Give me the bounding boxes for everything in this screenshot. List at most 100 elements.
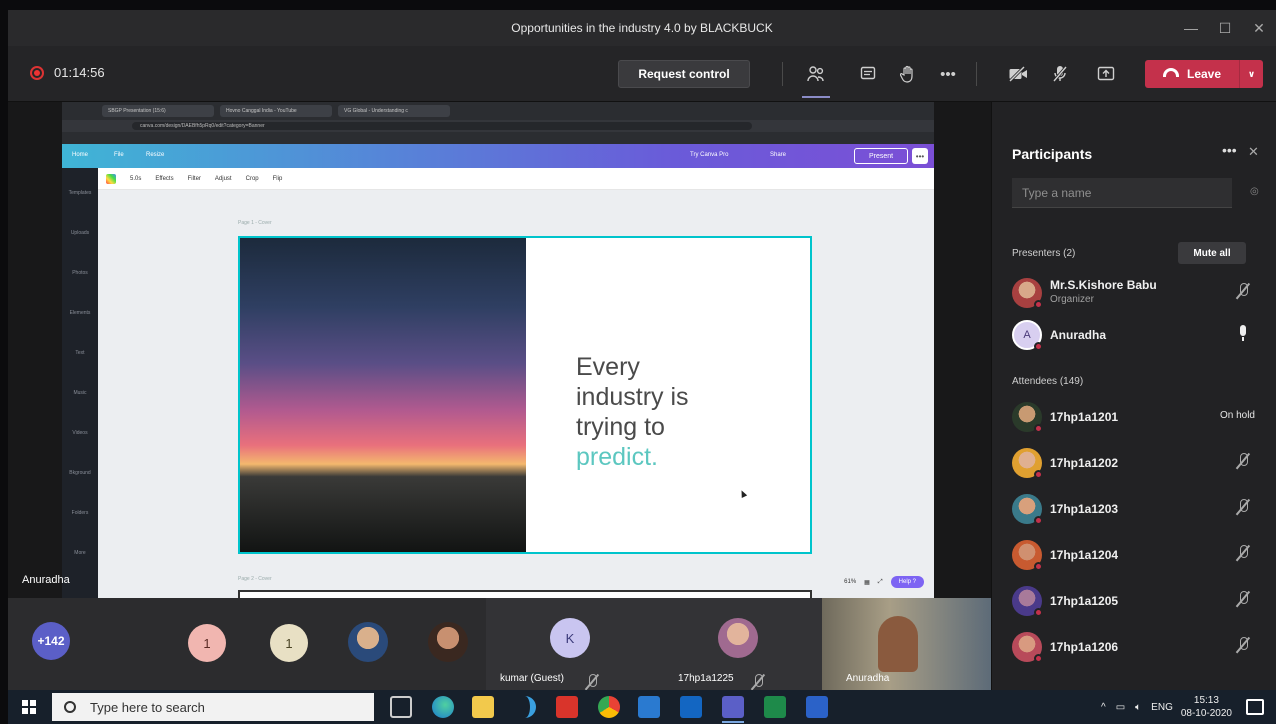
participant-row[interactable]: A Anuradha	[992, 314, 1276, 356]
slide-page[interactable]: Every industry is trying to predict.	[238, 236, 812, 554]
windows-start-icon[interactable]	[22, 700, 36, 714]
fullscreen-icon[interactable]: ⤢	[878, 579, 883, 586]
slide-page[interactable]	[238, 590, 812, 598]
app-icon[interactable]	[638, 696, 660, 718]
canva-sidebar-item[interactable]: Photos	[62, 248, 98, 288]
participant-avatar[interactable]: 1	[270, 624, 308, 662]
browser-tab[interactable]: VG Global - Understanding c	[338, 105, 450, 117]
canva-sidebar-item[interactable]: More	[62, 528, 98, 568]
filter-button[interactable]: Filter	[188, 176, 201, 182]
canva-try-pro-button[interactable]: Try Canva Pro	[690, 152, 728, 158]
panel-more-icon[interactable]: •••	[1222, 142, 1237, 158]
participant-row[interactable]: 17hp1a1204	[992, 534, 1276, 576]
participant-video-tile[interactable]: Anuradha	[822, 598, 991, 690]
muted-mic-icon[interactable]	[1235, 590, 1251, 610]
duration-button[interactable]: 5.0s	[130, 176, 141, 182]
canva-sidebar-item[interactable]: Music	[62, 368, 98, 408]
share-invite-icon[interactable]: ◎	[1250, 186, 1259, 197]
canva-sidebar-item[interactable]: Elements	[62, 288, 98, 328]
participant-photo-avatar[interactable]	[348, 622, 388, 662]
canva-present-button[interactable]: Present	[854, 148, 908, 164]
participant-photo-avatar[interactable]	[428, 622, 468, 662]
participant-row[interactable]: Mr.S.Kishore Babu Organizer	[992, 272, 1276, 314]
participant-photo-avatar	[718, 618, 758, 658]
canva-resize-menu[interactable]: Resize	[146, 152, 164, 158]
minimize-button[interactable]: —	[1174, 10, 1208, 46]
outlook-icon[interactable]	[680, 696, 702, 718]
muted-mic-icon[interactable]	[1235, 282, 1251, 302]
shared-screen-content: SBGP Presentation (15:6) Hovno Canggal I…	[62, 102, 934, 598]
canva-sidebar-item[interactable]: Templates	[62, 168, 98, 208]
mic-off-icon[interactable]	[1048, 62, 1072, 86]
teams-icon[interactable]	[722, 696, 744, 718]
canva-sidebar-item[interactable]: Videos	[62, 408, 98, 448]
camera-off-icon[interactable]	[1006, 62, 1030, 86]
network-icon[interactable]: ▭	[1116, 702, 1125, 713]
browser-address-bar[interactable]: canva.com/design/DAEBfh5pRq0/edit?catego…	[132, 122, 752, 130]
tray-chevron-icon[interactable]: ^	[1101, 702, 1106, 713]
participant-avatar[interactable]: 1	[188, 624, 226, 662]
more-actions-icon[interactable]: •••	[936, 62, 960, 86]
raise-hand-icon[interactable]	[896, 62, 920, 86]
participant-search-input[interactable]	[1012, 178, 1232, 208]
close-button[interactable]: ✕	[1242, 10, 1276, 46]
crop-button[interactable]: Crop	[246, 176, 259, 182]
overflow-participants-badge[interactable]: +142	[32, 622, 70, 660]
muted-mic-icon[interactable]	[1235, 544, 1251, 564]
canva-sidebar-item[interactable]: Uploads	[62, 208, 98, 248]
canva-sidebar-item[interactable]: Folders	[62, 488, 98, 528]
canva-file-menu[interactable]: File	[114, 152, 124, 158]
language-indicator[interactable]: ENG	[1151, 702, 1173, 713]
task-view-icon[interactable]	[390, 696, 412, 718]
presenters-header[interactable]: Presenters (2)	[1012, 248, 1075, 259]
slide-text[interactable]: Every industry is trying to predict.	[576, 352, 689, 472]
participant-row[interactable]: 17hp1a1202	[992, 442, 1276, 484]
help-button[interactable]: Help ?	[890, 576, 924, 588]
participant-tile[interactable]: K kumar (Guest)	[486, 598, 654, 690]
leave-options-caret[interactable]: ∨	[1239, 60, 1263, 88]
edge-browser-icon[interactable]	[432, 696, 454, 718]
acrobat-reader-icon[interactable]	[556, 696, 578, 718]
participants-icon[interactable]	[804, 62, 828, 86]
muted-mic-icon[interactable]	[1235, 452, 1251, 472]
canva-share-button[interactable]: Share	[770, 152, 786, 158]
word-icon[interactable]	[806, 696, 828, 718]
muted-mic-icon[interactable]	[1235, 498, 1251, 518]
participant-row[interactable]: 17hp1a1206	[992, 626, 1276, 668]
app-icon[interactable]	[514, 696, 536, 718]
notification-center-icon[interactable]	[1246, 699, 1264, 715]
taskbar-clock[interactable]: 15:13 08-10-2020	[1181, 694, 1232, 720]
browser-tab[interactable]: SBGP Presentation (15:6)	[102, 105, 214, 117]
attendees-header[interactable]: Attendees (149)	[1012, 376, 1083, 387]
maximize-button[interactable]: ☐	[1208, 10, 1242, 46]
color-swatch-icon[interactable]	[106, 173, 116, 184]
taskbar-search-box[interactable]: Type here to search	[52, 693, 374, 721]
muted-mic-icon[interactable]	[1235, 636, 1251, 656]
effects-button[interactable]: Effects	[155, 176, 173, 182]
browser-tab[interactable]: Hovno Canggal India - YouTube	[220, 105, 332, 117]
active-mic-icon[interactable]	[1235, 324, 1251, 344]
share-screen-icon[interactable]	[1094, 62, 1118, 86]
leave-button[interactable]: Leave ∨	[1145, 60, 1263, 88]
canva-more-button[interactable]: •••	[912, 148, 928, 164]
grid-view-icon[interactable]: ▦	[864, 579, 870, 586]
participant-row[interactable]: 17hp1a1201 On hold	[992, 396, 1276, 438]
participant-tile[interactable]: 17hp1a1225	[654, 598, 822, 690]
file-explorer-icon[interactable]	[472, 696, 494, 718]
request-control-button[interactable]: Request control	[618, 60, 750, 88]
canva-sidebar-item[interactable]: Bkground	[62, 448, 98, 488]
excel-icon[interactable]	[764, 696, 786, 718]
night-sky-image[interactable]	[240, 238, 526, 552]
adjust-button[interactable]: Adjust	[215, 176, 232, 182]
volume-icon[interactable]: 🔈︎	[1135, 702, 1141, 713]
zoom-level[interactable]: 61%	[844, 579, 856, 585]
participant-row[interactable]: 17hp1a1203	[992, 488, 1276, 530]
flip-button[interactable]: Flip	[273, 176, 283, 182]
participant-row[interactable]: 17hp1a1205	[992, 580, 1276, 622]
canva-sidebar-item[interactable]: Text	[62, 328, 98, 368]
mute-all-button[interactable]: Mute all	[1178, 242, 1246, 264]
chat-icon[interactable]	[856, 62, 880, 86]
canva-home-link[interactable]: Home	[72, 152, 88, 158]
chrome-browser-icon[interactable]	[598, 696, 620, 718]
panel-close-icon[interactable]: ✕	[1248, 144, 1259, 160]
